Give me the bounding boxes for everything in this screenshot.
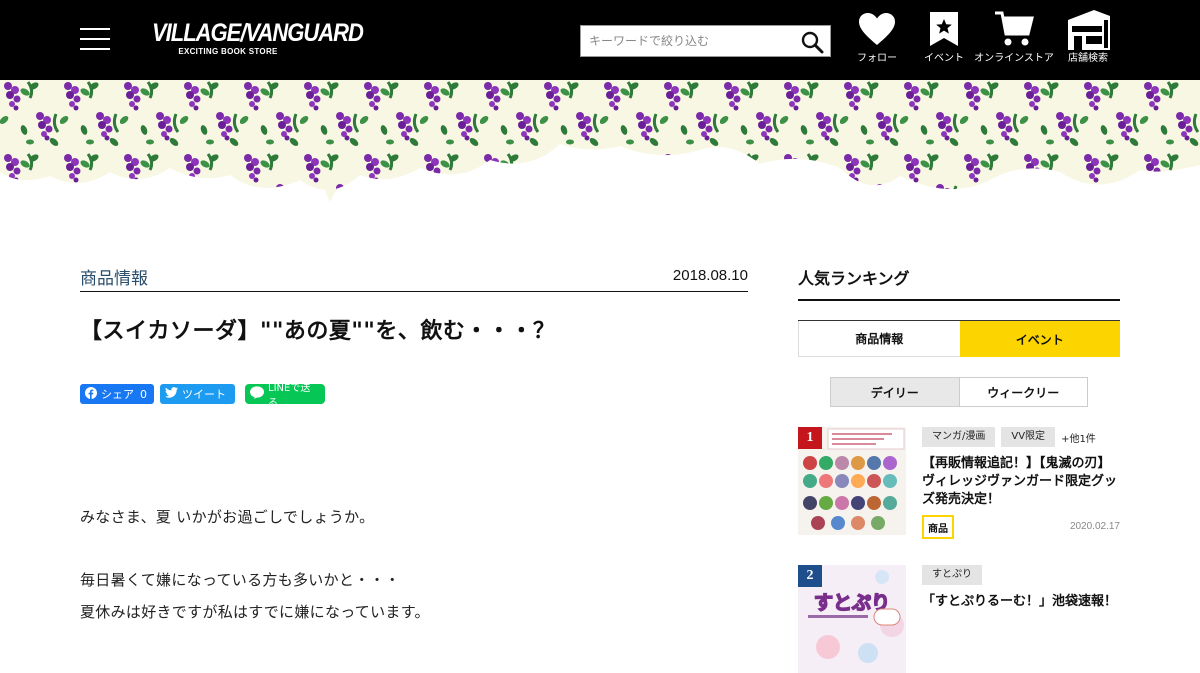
menu-icon[interactable] — [80, 28, 110, 50]
site-logo[interactable]: VILLAGE/VANGUARD EXCITING BOOK STORE — [152, 18, 364, 64]
store-icon — [1061, 6, 1115, 52]
tab-daily[interactable]: デイリー — [831, 378, 959, 406]
facebook-share-label: シェア — [101, 388, 134, 401]
tab-product-info[interactable]: 商品情報 — [798, 321, 960, 357]
ranking-period-tabs: デイリー ウィークリー — [830, 377, 1088, 407]
tag-more: +他1件 — [1061, 433, 1096, 445]
article-paragraph: みなさま、夏 いかがお過ごしでしょうか。 — [80, 508, 375, 526]
follow-label: フォロー — [857, 53, 897, 64]
search-box — [580, 25, 831, 57]
site-header: VILLAGE/VANGUARD EXCITING BOOK STORE フォロ… — [0, 0, 1200, 80]
article-paragraph: 毎日暑くて嫌になっている方も多いかと・・・ — [80, 571, 401, 589]
rank-number: 2 — [798, 565, 822, 587]
ranking-item-title[interactable]: 【再販情報追記！】【鬼滅の刃】ヴィレッジヴァンガード限定グッズ発売決定！ — [922, 455, 1120, 509]
facebook-icon — [85, 386, 97, 402]
ranking-item[interactable]: 1 マンガ/漫画 VV限定 +他1件 【再販情報追記！】【鬼滅の刃】ヴィレッジヴ… — [798, 427, 1120, 543]
article-date: 2018.08.10 — [672, 267, 748, 284]
cart-icon — [987, 6, 1041, 52]
tab-event[interactable]: イベント — [959, 321, 1120, 357]
ranking-divider — [798, 299, 1120, 301]
logo-main-text: VILLAGE/VANGUARD — [152, 18, 364, 47]
ranking-item[interactable]: すとぷり 2 すとぷり 「すとぷりるーむ！」池袋速報！ — [798, 565, 1120, 673]
article-category[interactable]: 商品情報 — [80, 264, 148, 289]
tag-manga[interactable]: マンガ/漫画 — [922, 427, 996, 447]
search-icon[interactable] — [800, 30, 824, 54]
article-paragraph: 夏休みは好きですが私はすでに嫌になっています。 — [80, 603, 430, 621]
ranking-tags: マンガ/漫画 VV限定 +他1件 — [922, 427, 1096, 447]
online-store-label: オンラインストア — [974, 53, 1054, 64]
twitter-share-label: ツイート — [182, 388, 226, 401]
twitter-bird-icon — [165, 387, 178, 401]
tag-vv-limited[interactable]: VV限定 — [1001, 427, 1056, 447]
heart-icon — [850, 6, 904, 52]
facebook-share-button[interactable]: シェア 0 — [80, 384, 154, 404]
follow-link[interactable]: フォロー — [850, 6, 904, 66]
article-title: 【スイカソーダ】""あの夏""を、飲む・・・？ — [80, 319, 556, 344]
facebook-share-count: 0 — [140, 387, 147, 401]
ranking-tags: すとぷり — [922, 565, 982, 585]
ranking-item-title[interactable]: 「すとぷりるーむ！」池袋速報！ — [922, 593, 1120, 611]
star-bookmark-icon — [917, 6, 971, 52]
twitter-share-button[interactable]: ツイート — [160, 384, 235, 404]
category-badge: 商品 — [922, 515, 954, 539]
line-share-label: LINEで送る — [268, 383, 311, 409]
tab-weekly[interactable]: ウィークリー — [958, 378, 1088, 406]
store-search-link[interactable]: 店舗検索 — [1061, 6, 1115, 66]
line-share-button[interactable]: LINEで送る — [245, 383, 325, 409]
event-label: イベント — [924, 53, 964, 64]
article-divider — [80, 291, 748, 292]
event-link[interactable]: イベント — [917, 6, 971, 66]
decorative-banner — [0, 80, 1200, 205]
ranking-title: 人気ランキング — [798, 269, 910, 288]
store-search-label: 店舗検索 — [1068, 53, 1108, 64]
online-store-link[interactable]: オンラインストア — [973, 6, 1055, 66]
tag-sutopuri[interactable]: すとぷり — [922, 565, 982, 585]
rank-number: 1 — [798, 427, 822, 449]
search-input[interactable] — [581, 26, 791, 56]
ranking-item-date: 2020.02.17 — [1069, 521, 1120, 532]
ranking-tabs: 商品情報 イベント — [798, 320, 1120, 357]
line-icon — [250, 386, 264, 402]
